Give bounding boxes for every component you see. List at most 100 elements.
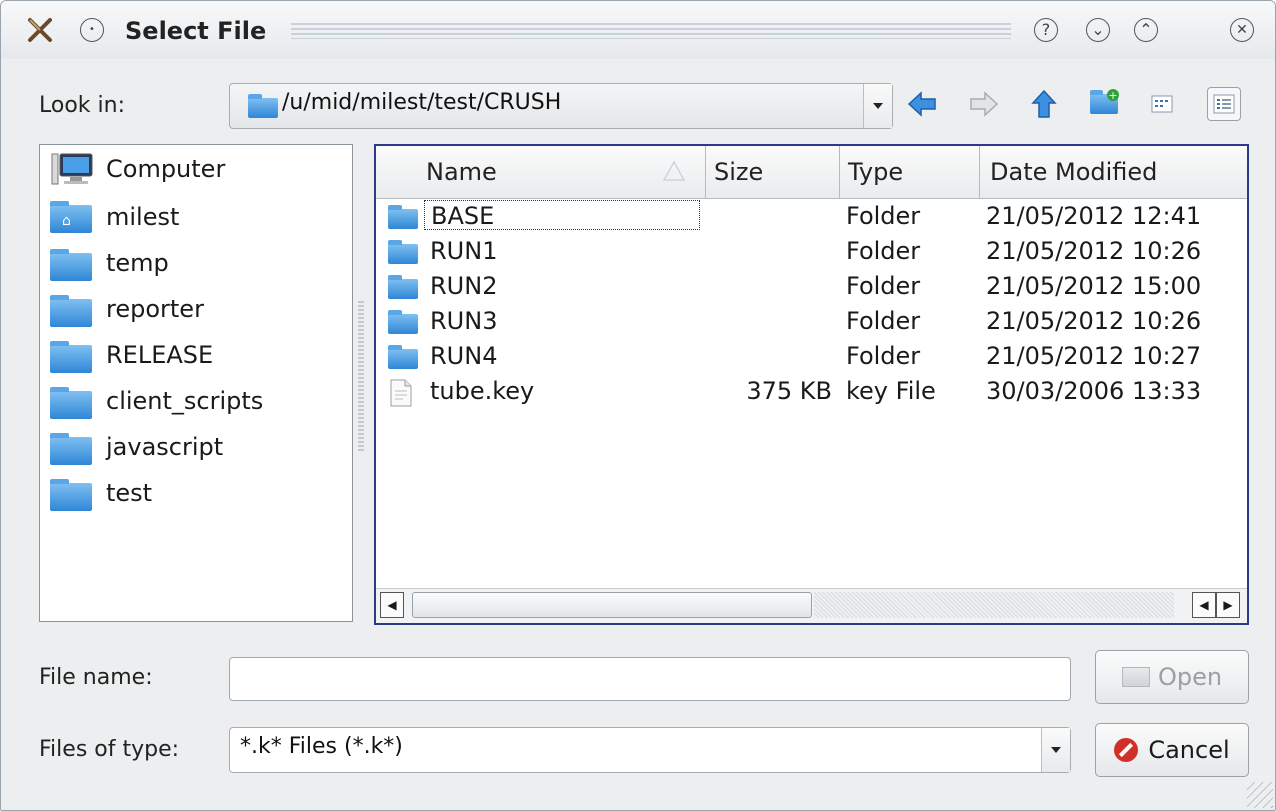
file-date: 21/05/2012 10:26 bbox=[986, 237, 1202, 265]
table-row[interactable]: BASE Folder 21/05/2012 12:41 bbox=[376, 200, 1247, 235]
file-type: Folder bbox=[846, 272, 921, 300]
file-name: RUN4 bbox=[430, 342, 498, 370]
sidebar-item-temp[interactable]: temp bbox=[50, 243, 169, 283]
new-folder-icon[interactable]: + bbox=[1087, 87, 1121, 121]
file-type: Folder bbox=[846, 342, 921, 370]
back-arrow-icon[interactable] bbox=[905, 87, 939, 121]
sidebar-item-label: Computer bbox=[106, 155, 226, 183]
sidebar-item-computer[interactable]: Computer bbox=[50, 149, 225, 189]
sidebar-item-milest[interactable]: ⌂ milest bbox=[50, 197, 179, 237]
document-icon bbox=[390, 379, 412, 411]
sidebar-item-reporter[interactable]: reporter bbox=[50, 289, 204, 329]
sidebar-item-javascript[interactable]: javascript bbox=[50, 427, 223, 467]
folder-icon bbox=[1121, 667, 1150, 687]
file-name-label: File name: bbox=[39, 665, 153, 690]
file-type-value: *.k* Files (*.k*) bbox=[240, 734, 403, 759]
chevron-down-icon[interactable] bbox=[863, 84, 892, 128]
cancel-icon bbox=[1114, 738, 1139, 762]
table-row[interactable]: RUN3 Folder 21/05/2012 10:26 bbox=[376, 305, 1247, 340]
file-date: 21/05/2012 12:41 bbox=[986, 202, 1202, 230]
forward-arrow-icon[interactable] bbox=[967, 87, 1001, 121]
file-date: 21/05/2012 10:27 bbox=[986, 342, 1202, 370]
up-arrow-icon[interactable] bbox=[1027, 87, 1061, 121]
app-x-icon[interactable] bbox=[25, 15, 55, 45]
scroll-right-icon[interactable]: ▶ bbox=[1216, 592, 1240, 618]
scrollbar-thumb[interactable] bbox=[412, 592, 812, 618]
sidebar-item-test[interactable]: test bbox=[50, 473, 152, 513]
look-in-combo[interactable]: /u/mid/milest/test/CRUSH bbox=[229, 83, 893, 129]
cancel-button[interactable]: Cancel bbox=[1095, 723, 1249, 777]
folder-icon bbox=[388, 345, 418, 369]
file-name-input[interactable] bbox=[229, 657, 1071, 701]
sidebar-item-release[interactable]: RELEASE bbox=[50, 335, 213, 375]
window-menu-icon[interactable]: • bbox=[77, 15, 107, 45]
file-name: RUN3 bbox=[430, 307, 498, 335]
file-type-combo[interactable]: *.k* Files (*.k*) bbox=[229, 727, 1071, 773]
title-bar[interactable]: • Select File ? ⌄ ⌃ ✕ bbox=[1, 1, 1275, 59]
table-row[interactable]: tube.key 375 KB key File 30/03/2006 13:3… bbox=[376, 375, 1247, 410]
column-header: Name Size Type Date Modified bbox=[376, 146, 1247, 199]
window-title: Select File bbox=[125, 17, 267, 45]
folder-icon bbox=[388, 240, 418, 264]
file-name: BASE bbox=[424, 200, 700, 230]
file-name: tube.key bbox=[430, 377, 535, 405]
look-in-path: /u/mid/milest/test/CRUSH bbox=[282, 90, 562, 115]
sidebar-item-label: test bbox=[106, 479, 153, 507]
table-row[interactable]: RUN4 Folder 21/05/2012 10:27 bbox=[376, 340, 1247, 375]
file-list[interactable]: Name Size Type Date Modified BASE Folder… bbox=[374, 144, 1249, 625]
sidebar-item-client-scripts[interactable]: client_scripts bbox=[50, 381, 263, 421]
sidebar-item-label: javascript bbox=[106, 433, 224, 461]
file-size: 375 KB bbox=[746, 377, 832, 405]
column-header-date[interactable]: Date Modified bbox=[980, 146, 1247, 198]
detail-view-icon[interactable] bbox=[1207, 87, 1241, 121]
file-date: 30/03/2006 13:33 bbox=[986, 377, 1202, 405]
file-name: RUN2 bbox=[430, 272, 498, 300]
folder-icon bbox=[50, 341, 92, 373]
select-file-dialog: • Select File ? ⌄ ⌃ ✕ Look in: /u/mid/mi… bbox=[0, 0, 1276, 811]
scroll-left-icon[interactable]: ◀ bbox=[380, 592, 404, 618]
folder-icon bbox=[50, 433, 92, 465]
places-sidebar[interactable]: Computer ⌂ milest temp reporter RELEASE … bbox=[39, 144, 353, 622]
sort-ascending-icon bbox=[662, 160, 686, 188]
scrollbar-track[interactable] bbox=[814, 592, 1174, 618]
sidebar-item-label: temp bbox=[106, 249, 169, 277]
file-date: 21/05/2012 15:00 bbox=[986, 272, 1202, 300]
file-type: Folder bbox=[846, 237, 921, 265]
title-decoration bbox=[291, 23, 1011, 39]
computer-icon bbox=[50, 153, 93, 185]
open-button[interactable]: Open bbox=[1095, 650, 1249, 704]
file-type: key File bbox=[846, 377, 936, 405]
scroll-left-icon[interactable]: ◀ bbox=[1192, 592, 1216, 618]
sidebar-item-label: milest bbox=[106, 203, 180, 231]
column-header-size[interactable]: Size bbox=[706, 146, 840, 198]
folder-icon bbox=[388, 310, 418, 334]
folder-icon bbox=[388, 205, 418, 229]
folder-icon bbox=[50, 479, 92, 511]
sidebar-item-label: client_scripts bbox=[106, 387, 264, 415]
resize-grip[interactable] bbox=[1247, 782, 1273, 808]
horizontal-scrollbar[interactable]: ◀ ◀ ▶ bbox=[376, 588, 1247, 623]
column-header-name[interactable]: Name bbox=[376, 146, 706, 198]
file-type: Folder bbox=[846, 202, 921, 230]
list-view-icon[interactable] bbox=[1145, 87, 1179, 121]
help-icon[interactable]: ? bbox=[1031, 15, 1061, 45]
column-header-type[interactable]: Type bbox=[840, 146, 980, 198]
table-row[interactable]: RUN2 Folder 21/05/2012 15:00 bbox=[376, 270, 1247, 305]
folder-icon bbox=[50, 249, 92, 281]
maximize-icon[interactable]: ⌃ bbox=[1131, 15, 1161, 45]
sidebar-item-label: RELEASE bbox=[106, 341, 214, 369]
minimize-icon[interactable]: ⌄ bbox=[1083, 15, 1113, 45]
look-in-label: Look in: bbox=[39, 93, 125, 118]
files-of-type-label: Files of type: bbox=[39, 737, 180, 762]
close-icon[interactable]: ✕ bbox=[1227, 15, 1257, 45]
file-name: RUN1 bbox=[430, 237, 498, 265]
folder-icon bbox=[388, 275, 418, 299]
file-type: Folder bbox=[846, 307, 921, 335]
table-row[interactable]: RUN1 Folder 21/05/2012 10:26 bbox=[376, 235, 1247, 270]
home-folder-icon: ⌂ bbox=[50, 201, 92, 233]
file-date: 21/05/2012 10:26 bbox=[986, 307, 1202, 335]
sidebar-item-label: reporter bbox=[106, 295, 204, 323]
chevron-down-icon[interactable] bbox=[1041, 728, 1070, 772]
folder-icon bbox=[248, 94, 278, 118]
splitter-handle[interactable] bbox=[358, 301, 364, 451]
